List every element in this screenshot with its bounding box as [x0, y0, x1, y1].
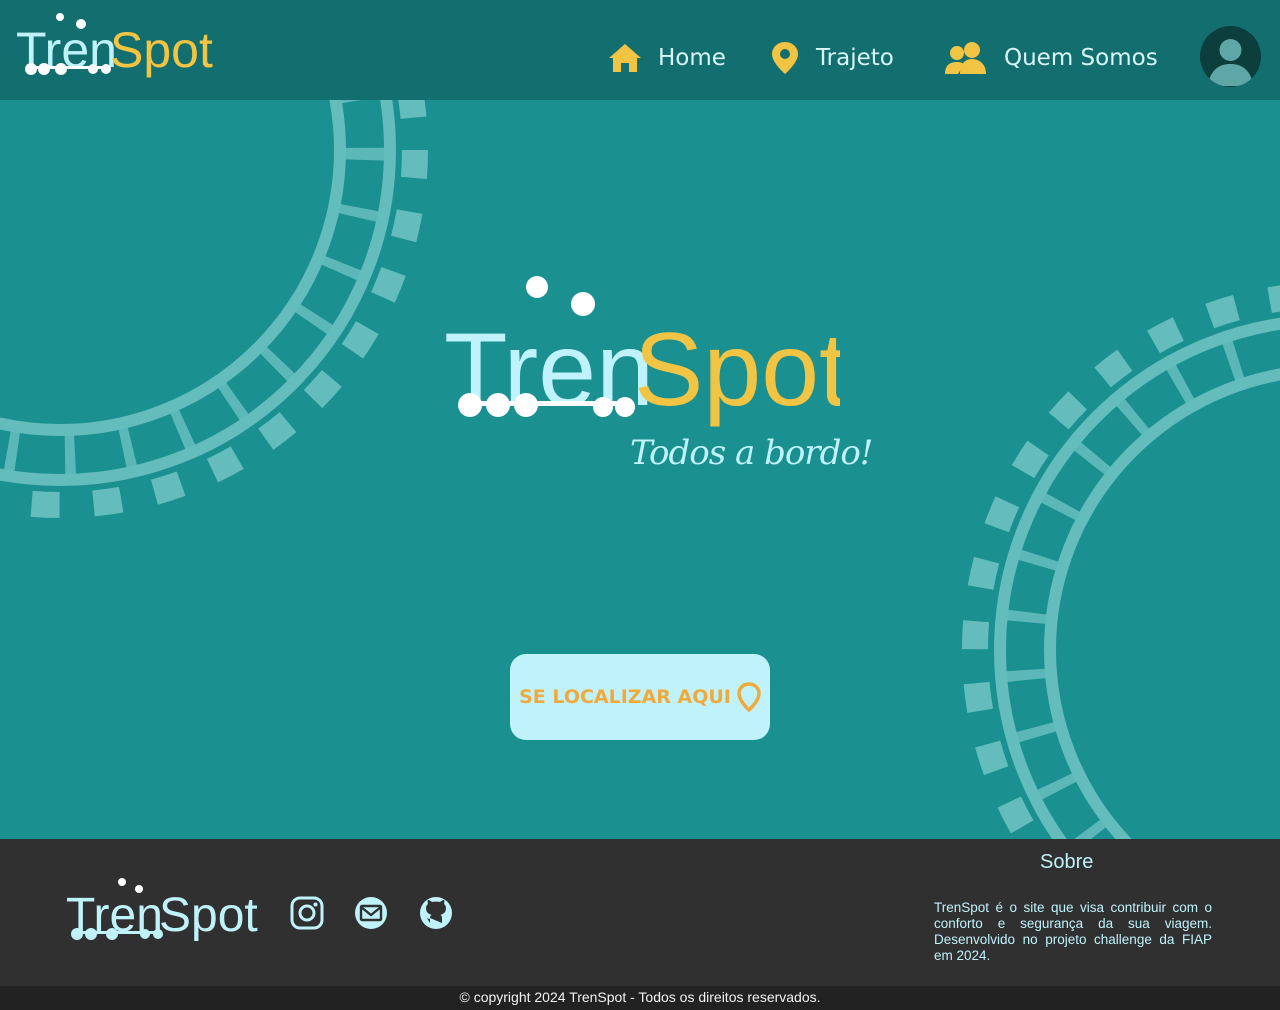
hero-logo-spot-text: Spot	[634, 312, 840, 428]
trenspot-logo[interactable]: Tren Spot	[14, 10, 214, 80]
mail-icon[interactable]	[353, 895, 389, 931]
instagram-icon[interactable]	[289, 895, 325, 931]
nav-trajeto[interactable]: Trajeto	[770, 36, 894, 80]
footer-logo-spot-text: Spot	[159, 889, 258, 942]
nav-quem-somos[interactable]: Quem Somos	[944, 36, 1158, 80]
site-header: Tren Spot Home Trajeto Quem Somos	[0, 0, 1280, 100]
github-icon[interactable]	[418, 895, 454, 931]
footer-trenspot-logo[interactable]: Tren Spot	[62, 877, 262, 943]
hero-section: Tren Spot Todos a bordo! SE LOCALIZAR AQ…	[0, 100, 1280, 839]
locate-me-button-label: SE LOCALIZAR AQUI	[519, 686, 731, 708]
nav-quem-somos-label: Quem Somos	[1004, 45, 1158, 71]
nav-home[interactable]: Home	[608, 36, 726, 80]
copyright-text: © copyright 2024 TrenSpot - Todos os dir…	[0, 986, 1280, 1010]
railroad-decoration-top-left	[0, 100, 428, 518]
hero-trenspot-logo: Tren Spot	[444, 276, 840, 428]
users-icon	[945, 42, 986, 74]
about-title: Sobre	[1040, 851, 1094, 873]
home-icon	[609, 44, 641, 72]
map-pin-icon	[737, 682, 761, 712]
logo-spot-text: Spot	[110, 22, 213, 78]
railroad-decoration-bottom-right	[962, 285, 1280, 839]
site-footer: Tren Spot Sobre TrenSpot é o site que vi…	[0, 839, 1280, 986]
hero-tagline: Todos a bordo!	[630, 433, 873, 473]
map-pin-icon	[772, 42, 798, 74]
user-avatar[interactable]	[1200, 26, 1261, 87]
nav-home-label: Home	[658, 45, 726, 71]
nav-trajeto-label: Trajeto	[816, 45, 894, 71]
locate-me-button[interactable]: SE LOCALIZAR AQUI	[510, 654, 770, 740]
about-text: TrenSpot é o site que visa contribuir co…	[934, 900, 1212, 963]
user-avatar-icon	[1208, 39, 1253, 86]
